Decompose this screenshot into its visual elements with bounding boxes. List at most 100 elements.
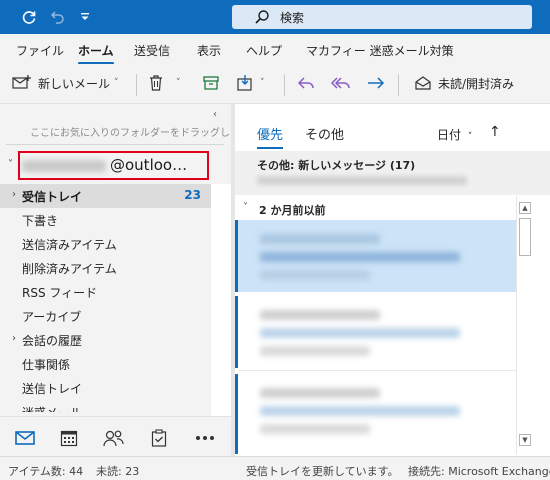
tasks-icon[interactable] <box>148 427 170 449</box>
chevron-down-icon[interactable]: ˅ <box>114 78 119 88</box>
archive-icon <box>202 74 220 92</box>
collapse-pane-icon[interactable]: ‹ <box>213 109 217 120</box>
read-unread-button[interactable]: 未読/開封済み <box>414 74 514 92</box>
folder-pane: ‹ ここにお気に入りのフォルダーをドラッグします ˅ @outloo… › 受信… <box>0 104 250 456</box>
tab-focused[interactable]: 優先 <box>257 124 284 149</box>
folder-label: 削除済みアイテム <box>22 262 117 276</box>
more-apps-icon[interactable] <box>194 427 216 449</box>
folder-label: 下書き <box>22 214 59 228</box>
folder-inbox[interactable]: › 受信トレイ 23 <box>0 184 211 208</box>
folder-outbox[interactable]: 送信トレイ <box>0 376 211 400</box>
undo-icon[interactable] <box>48 8 66 26</box>
scroll-thumb[interactable] <box>519 218 531 256</box>
folder-sent[interactable]: 送信済みアイテム <box>0 232 211 256</box>
search-box[interactable]: 検索 <box>232 5 532 29</box>
message-list-scrollbar[interactable]: ▲ ▼ <box>516 196 533 454</box>
folder-label: アーカイブ <box>22 310 82 324</box>
folder-rss[interactable]: RSS フィード <box>0 280 211 304</box>
forward-button[interactable] <box>366 74 386 92</box>
other-banner-title: その他: 新しいメッセージ (17) <box>257 159 416 172</box>
module-nav <box>0 416 231 456</box>
preview-blurred <box>260 424 370 434</box>
sender-blurred <box>260 310 380 320</box>
tab-home[interactable]: ホーム <box>78 42 114 65</box>
chevron-down-icon[interactable]: ˅ <box>8 159 13 170</box>
tab-file[interactable]: ファイル <box>16 42 64 59</box>
tab-view[interactable]: 表示 <box>197 42 221 59</box>
sender-blurred <box>260 388 380 398</box>
chevron-down-icon[interactable]: ˅ <box>176 78 181 88</box>
search-icon <box>254 9 270 28</box>
ribbon-divider <box>398 74 399 96</box>
folder-label: 送信トレイ <box>22 382 83 396</box>
message-list-pane: 優先 その他 日付 ˅ ↑ その他: 新しいメッセージ (17) ˅ 2 か月前… <box>235 104 550 456</box>
account-header[interactable]: ˅ @outloo… <box>0 151 231 181</box>
new-mail-label: 新しいメール <box>38 76 111 91</box>
chevron-right-icon[interactable]: › <box>12 189 16 200</box>
scroll-up-icon[interactable]: ▲ <box>519 202 531 214</box>
favorites-hint: ここにお気に入りのフォルダーをドラッグします <box>30 128 250 139</box>
preview-blurred <box>260 270 370 280</box>
other-banner-senders-blurred <box>257 176 467 185</box>
delete-button[interactable]: ˅ <box>148 74 181 92</box>
folder-junk[interactable]: 迷惑メール <box>0 400 211 412</box>
reply-icon <box>296 74 316 92</box>
read-unread-label: 未読/開封済み <box>438 76 515 91</box>
folder-list: › 受信トレイ 23 下書き 送信済みアイテム 削除済みアイテム RSS フィー… <box>0 184 211 412</box>
tab-other[interactable]: その他 <box>305 124 344 143</box>
ribbon-tabs: ファイル ホーム 送受信 表示 ヘルプ マカフィー 迷惑メール対策 <box>0 34 550 65</box>
scroll-down-icon[interactable]: ▼ <box>519 434 531 446</box>
move-button[interactable]: ˅ <box>236 74 265 92</box>
folder-deleted[interactable]: 削除済みアイテム <box>0 256 211 280</box>
sync-icon[interactable] <box>20 8 38 26</box>
message-item[interactable] <box>235 296 517 368</box>
subject-blurred <box>260 406 460 416</box>
preview-blurred <box>260 346 370 356</box>
archive-button[interactable] <box>202 74 220 92</box>
trash-icon <box>148 74 164 92</box>
chevron-right-icon[interactable]: › <box>12 333 16 344</box>
sort-by-date[interactable]: 日付 ˅ <box>437 126 472 143</box>
folder-conversation-history[interactable]: › 会話の履歴 <box>0 328 211 352</box>
connection-status: 接続先: Microsoft Exchange <box>408 465 550 478</box>
reply-button[interactable] <box>296 74 316 92</box>
calendar-icon[interactable] <box>58 427 80 449</box>
group-header-label: 2 か月前以前 <box>259 204 326 217</box>
tab-mcafee-antispam[interactable]: マカフィー 迷惑メール対策 <box>306 42 454 59</box>
folder-label: RSS フィード <box>22 286 98 300</box>
command-ribbon: 新しいメール ˅ ˅ ˅ 未読/開封済み <box>0 64 550 104</box>
reply-all-button[interactable] <box>330 74 352 92</box>
tab-help[interactable]: ヘルプ <box>246 42 282 59</box>
tab-send-receive[interactable]: 送受信 <box>134 42 170 59</box>
open-envelope-icon <box>414 74 432 92</box>
folder-work[interactable]: 仕事関係 <box>0 352 211 376</box>
people-icon[interactable] <box>102 427 124 449</box>
sort-direction-icon[interactable]: ↑ <box>489 124 501 140</box>
chevron-down-icon[interactable]: ˅ <box>243 202 248 213</box>
unread-count-status: 未読: 23 <box>96 465 140 478</box>
chevron-down-icon: ˅ <box>467 132 473 142</box>
customize-toolbar-icon[interactable] <box>76 8 94 26</box>
forward-icon <box>366 74 386 92</box>
divider <box>238 370 517 371</box>
search-placeholder: 検索 <box>280 11 305 25</box>
other-inbox-banner[interactable]: その他: 新しいメッセージ (17) <box>235 151 550 195</box>
new-mail-icon <box>12 74 32 92</box>
ribbon-divider <box>136 74 137 96</box>
new-mail-button[interactable]: 新しいメール ˅ <box>12 74 119 92</box>
sort-label: 日付 <box>437 128 462 142</box>
group-header[interactable]: ˅ 2 か月前以前 <box>235 199 517 219</box>
message-item[interactable] <box>235 374 517 454</box>
message-item[interactable] <box>235 220 517 292</box>
divider <box>6 144 224 145</box>
folder-drafts[interactable]: 下書き <box>0 208 211 232</box>
folder-label: 受信トレイ <box>22 190 83 204</box>
mail-icon[interactable] <box>14 427 36 449</box>
highlight-box <box>18 151 209 180</box>
sender-blurred <box>260 234 380 244</box>
folder-scrollbar[interactable] <box>211 184 231 416</box>
folder-label: 会話の履歴 <box>22 334 83 348</box>
chevron-down-icon[interactable]: ˅ <box>260 78 265 88</box>
folder-label: 迷惑メール <box>22 404 82 412</box>
folder-archive[interactable]: アーカイブ <box>0 304 211 328</box>
